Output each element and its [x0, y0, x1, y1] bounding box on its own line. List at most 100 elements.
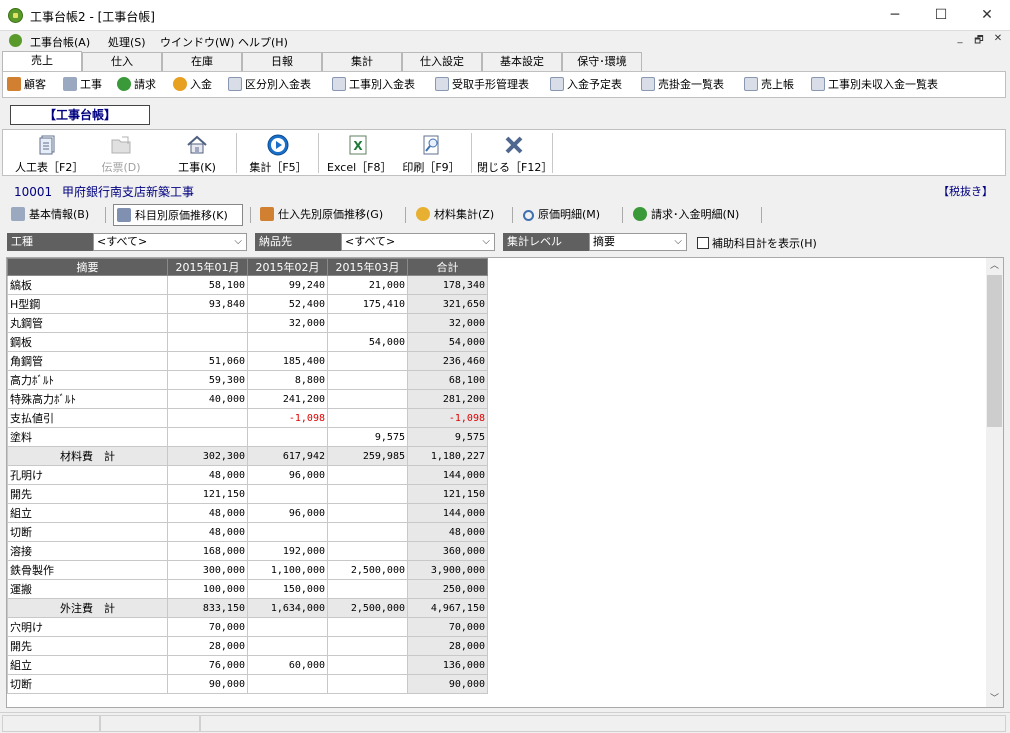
- tekiyo-cell[interactable]: 材料費 計: [7, 446, 168, 466]
- amount-cell[interactable]: 175,410: [327, 294, 408, 314]
- amount-cell[interactable]: [247, 617, 328, 637]
- amount-cell[interactable]: 32,000: [247, 313, 328, 333]
- subtab-seikyu-nyukin[interactable]: 請求･入金明細(N): [630, 204, 758, 226]
- amount-cell[interactable]: [327, 389, 408, 409]
- table-row[interactable]: 塗料 9,575 9,575: [7, 427, 488, 447]
- amount-cell[interactable]: 192,000: [247, 541, 328, 561]
- tekiyo-cell[interactable]: 切断: [7, 522, 168, 542]
- denpyo-button[interactable]: 伝票(D): [91, 132, 151, 174]
- tekiyo-cell[interactable]: 角鋼管: [7, 351, 168, 371]
- table-row[interactable]: 運搬 100,000 150,000 250,000: [7, 579, 488, 599]
- table-row[interactable]: H型鋼 93,840 52,400 175,410 321,650: [7, 294, 488, 314]
- table-row[interactable]: 穴明け 70,000 70,000: [7, 617, 488, 637]
- menu-koji[interactable]: 工事台帳(A): [30, 34, 90, 50]
- tekiyo-cell[interactable]: 開先: [7, 636, 168, 656]
- total-cell[interactable]: 144,000: [407, 503, 488, 523]
- tab-shiire[interactable]: 仕入: [82, 52, 162, 71]
- amount-cell[interactable]: [327, 617, 408, 637]
- total-cell[interactable]: 48,000: [407, 522, 488, 542]
- amount-cell[interactable]: [327, 541, 408, 561]
- col-header-tekiyo[interactable]: 摘要: [7, 258, 168, 276]
- total-cell[interactable]: 360,000: [407, 541, 488, 561]
- amount-cell[interactable]: [327, 408, 408, 428]
- amount-cell[interactable]: [247, 674, 328, 694]
- amount-cell[interactable]: 51,060: [167, 351, 248, 371]
- amount-cell[interactable]: [327, 351, 408, 371]
- tekiyo-cell[interactable]: 外注費 計: [7, 598, 168, 618]
- amount-cell[interactable]: 1,634,000: [247, 598, 328, 618]
- amount-cell[interactable]: 93,840: [167, 294, 248, 314]
- quick-nyukin[interactable]: 入金: [173, 77, 212, 93]
- quick-seikyu[interactable]: 請求: [117, 77, 156, 93]
- amount-cell[interactable]: [327, 655, 408, 675]
- tekiyo-cell[interactable]: 縞板: [7, 275, 168, 295]
- menu-window[interactable]: ウインドウ(W): [160, 34, 234, 50]
- total-cell[interactable]: 70,000: [407, 617, 488, 637]
- checkbox-box[interactable]: [697, 237, 709, 249]
- table-row[interactable]: 切断 90,000 90,000: [7, 674, 488, 694]
- amount-cell[interactable]: 1,100,000: [247, 560, 328, 580]
- close-window-button[interactable]: ✕: [964, 0, 1010, 31]
- subtab-genka-meisai[interactable]: 原価明細(M): [520, 204, 612, 226]
- table-row[interactable]: 支払値引 -1,098 -1,098: [7, 408, 488, 428]
- amount-cell[interactable]: 52,400: [247, 294, 328, 314]
- amount-cell[interactable]: [327, 370, 408, 390]
- tekiyo-cell[interactable]: 高力ﾎﾞﾙﾄ: [7, 370, 168, 390]
- tekiyo-cell[interactable]: 丸鋼管: [7, 313, 168, 333]
- total-cell[interactable]: 90,000: [407, 674, 488, 694]
- amount-cell[interactable]: 96,000: [247, 503, 328, 523]
- total-cell[interactable]: 236,460: [407, 351, 488, 371]
- amount-cell[interactable]: [327, 313, 408, 333]
- tekiyo-cell[interactable]: 鋼板: [7, 332, 168, 352]
- amount-cell[interactable]: 617,942: [247, 446, 328, 466]
- amount-cell[interactable]: [247, 522, 328, 542]
- col-header-total[interactable]: 合計: [407, 258, 488, 276]
- tekiyo-cell[interactable]: 組立: [7, 655, 168, 675]
- amount-cell[interactable]: [167, 332, 248, 352]
- amount-cell[interactable]: 28,000: [167, 636, 248, 656]
- table-row[interactable]: 丸鋼管 32,000 32,000: [7, 313, 488, 333]
- amount-cell[interactable]: 150,000: [247, 579, 328, 599]
- total-cell[interactable]: 1,180,227: [407, 446, 488, 466]
- amount-cell[interactable]: 100,000: [167, 579, 248, 599]
- total-cell[interactable]: 144,000: [407, 465, 488, 485]
- amount-cell[interactable]: 833,150: [167, 598, 248, 618]
- tab-kihon-settei[interactable]: 基本設定: [482, 52, 562, 71]
- tekiyo-cell[interactable]: 穴明け: [7, 617, 168, 637]
- mdi-close-button[interactable]: ✕: [988, 33, 1008, 49]
- total-cell[interactable]: 178,340: [407, 275, 488, 295]
- subtab-zairyo-shukei[interactable]: 材料集計(Z): [413, 204, 505, 226]
- table-row[interactable]: 孔明け 48,000 96,000 144,000: [7, 465, 488, 485]
- col-header-2015-02[interactable]: 2015年02月: [247, 258, 328, 276]
- tekiyo-cell[interactable]: H型鋼: [7, 294, 168, 314]
- amount-cell[interactable]: 2,500,000: [327, 598, 408, 618]
- table-row[interactable]: 鋼板 54,000 54,000: [7, 332, 488, 352]
- tekiyo-cell[interactable]: 鉄骨製作: [7, 560, 168, 580]
- amount-cell[interactable]: 121,150: [167, 484, 248, 504]
- total-cell[interactable]: 3,900,000: [407, 560, 488, 580]
- mdi-minimize-button[interactable]: _: [950, 33, 970, 49]
- table-row[interactable]: 高力ﾎﾞﾙﾄ 59,300 8,800 68,100: [7, 370, 488, 390]
- amount-cell[interactable]: 8,800: [247, 370, 328, 390]
- amount-cell[interactable]: 48,000: [167, 465, 248, 485]
- amount-cell[interactable]: -1,098: [247, 408, 328, 428]
- tekiyo-cell[interactable]: 孔明け: [7, 465, 168, 485]
- amount-cell[interactable]: [167, 313, 248, 333]
- total-cell[interactable]: 281,200: [407, 389, 488, 409]
- amount-cell[interactable]: 59,300: [167, 370, 248, 390]
- amount-cell[interactable]: 300,000: [167, 560, 248, 580]
- amount-cell[interactable]: 90,000: [167, 674, 248, 694]
- amount-cell[interactable]: 99,240: [247, 275, 328, 295]
- tekiyo-cell[interactable]: 塗料: [7, 427, 168, 447]
- vertical-scrollbar[interactable]: ︿ ﹀: [986, 258, 1003, 707]
- amount-cell[interactable]: 259,985: [327, 446, 408, 466]
- scroll-thumb[interactable]: [987, 275, 1002, 427]
- amount-cell[interactable]: 2,500,000: [327, 560, 408, 580]
- koshu-select[interactable]: <すべて> ⌵: [93, 233, 247, 251]
- amount-cell[interactable]: 58,100: [167, 275, 248, 295]
- quick-uriage-cho[interactable]: 売上帳: [744, 77, 794, 93]
- tab-zaiko[interactable]: 在庫: [162, 52, 242, 71]
- amount-cell[interactable]: [327, 484, 408, 504]
- ninkuhyo-button[interactable]: 人工表［F2］: [15, 132, 83, 174]
- total-cell[interactable]: 32,000: [407, 313, 488, 333]
